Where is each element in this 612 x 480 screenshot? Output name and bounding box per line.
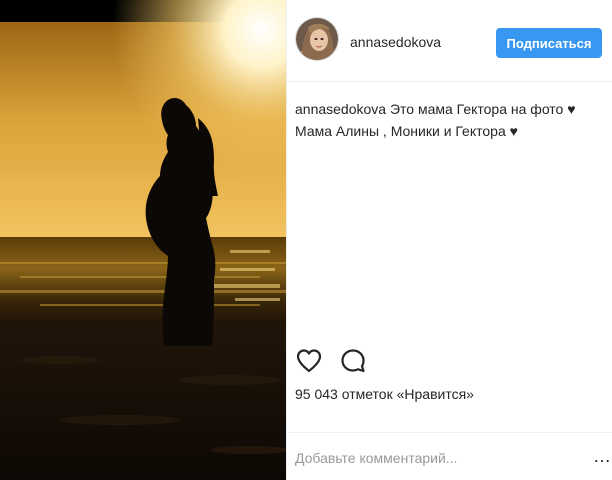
instagram-post: annasedokova Подписаться annasedokova Эт…	[0, 0, 612, 480]
likes-count[interactable]: 95 043 отметок «Нравится»	[295, 386, 474, 402]
post-caption: annasedokova Это мама Гектора на фото ♥ …	[295, 98, 595, 142]
avatar[interactable]	[295, 17, 339, 61]
comment-button[interactable]	[339, 347, 367, 375]
post-username[interactable]: annasedokova	[350, 34, 441, 50]
heart-emoji-icon: ♥	[567, 101, 576, 117]
follow-button[interactable]: Подписаться	[496, 28, 602, 58]
caption-text-2: Мама Алины , Моники и Гектора	[295, 123, 510, 139]
add-comment-section: …	[287, 432, 612, 480]
post-photo[interactable]	[0, 0, 286, 480]
comment-bubble-icon	[341, 349, 365, 373]
avatar-image	[296, 18, 338, 60]
caption-text: Это мама Гектора на фото	[386, 101, 568, 117]
caption-username[interactable]: annasedokova	[295, 101, 386, 117]
sunset-silhouette-image	[0, 0, 286, 480]
post-side-panel: annasedokova Подписаться annasedokova Эт…	[286, 0, 612, 480]
post-header: annasedokova Подписаться	[287, 0, 612, 82]
heart-emoji-icon: ♥	[509, 123, 518, 139]
heart-outline-icon	[296, 349, 322, 373]
more-options-icon[interactable]: …	[593, 447, 612, 469]
comment-input[interactable]	[295, 447, 575, 469]
like-button[interactable]	[295, 347, 323, 375]
